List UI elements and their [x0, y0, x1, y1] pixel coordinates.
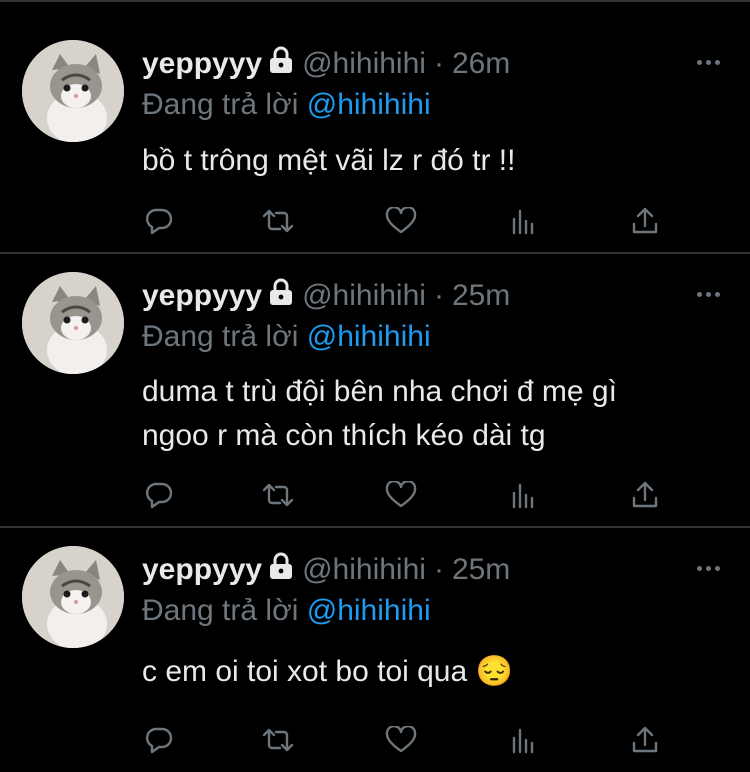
retweet-icon[interactable]: [261, 479, 295, 511]
display-name[interactable]: yeppyyy: [142, 279, 262, 313]
handle[interactable]: @hihihihi: [302, 47, 426, 81]
tweet-header: yeppyyy @hihihihi · 26m: [142, 44, 510, 84]
tweet-2[interactable]: yeppyyy @hihihihi · 25m Đang trả lời @hi…: [0, 254, 750, 526]
tweet-header: yeppyyy @hihihihi · 25m: [142, 550, 510, 590]
tweet-3[interactable]: yeppyyy @hihihihi · 25m Đang trả lời @hi…: [0, 528, 750, 772]
display-name[interactable]: yeppyyy: [142, 553, 262, 587]
tweet-text-line: c em oi toi xot bo toi qua 😔: [142, 655, 513, 688]
kitten-avatar-icon: [22, 272, 124, 374]
more-icon[interactable]: [697, 566, 720, 571]
tweet-text-line: bồ t trông mệt vãi lz r đó tr !!: [142, 144, 516, 177]
lock-icon: [268, 46, 294, 82]
kitten-avatar-icon: [22, 40, 124, 142]
handle[interactable]: @hihihihi: [302, 553, 426, 587]
kitten-avatar-icon: [22, 546, 124, 648]
action-bar: [142, 205, 682, 237]
timestamp[interactable]: 26m: [452, 47, 510, 81]
tweet-text-line: duma t trù đội bên nha chơi đ mẹ gì: [142, 375, 617, 408]
avatar[interactable]: [22, 272, 124, 374]
tweet-text-line: ngoo r mà còn thích kéo dài tg: [142, 419, 546, 452]
share-icon[interactable]: [628, 479, 662, 511]
avatar[interactable]: [22, 40, 124, 142]
timestamp[interactable]: 25m: [452, 553, 510, 587]
action-bar: [142, 479, 682, 511]
more-icon[interactable]: [697, 292, 720, 297]
reply-icon[interactable]: [142, 205, 176, 237]
analytics-icon[interactable]: [507, 479, 541, 511]
reply-mention[interactable]: @hihihihi: [307, 594, 431, 627]
analytics-icon[interactable]: [507, 205, 541, 237]
retweet-icon[interactable]: [261, 205, 295, 237]
reply-mention[interactable]: @hihihihi: [307, 88, 431, 121]
reply-icon[interactable]: [142, 724, 176, 756]
reply-context: Đang trả lời @hihihihi: [142, 88, 431, 122]
tweet-text: duma t trù đội bên nha chơi đ mẹ gì ngoo…: [142, 370, 617, 458]
separator-dot: ·: [433, 553, 444, 586]
reply-icon[interactable]: [142, 479, 176, 511]
action-bar: [142, 724, 682, 756]
analytics-icon[interactable]: [507, 724, 541, 756]
separator-dot: ·: [433, 279, 444, 312]
more-icon[interactable]: [697, 60, 720, 65]
heart-icon[interactable]: [384, 479, 418, 511]
heart-icon[interactable]: [384, 724, 418, 756]
retweet-icon[interactable]: [261, 724, 295, 756]
tweet-1[interactable]: yeppyyy @hihihihi · 26m Đang trả lời @hi…: [0, 0, 750, 252]
reply-context: Đang trả lời @hihihihi: [142, 320, 431, 354]
display-name[interactable]: yeppyyy: [142, 47, 262, 81]
lock-icon: [268, 552, 294, 588]
share-icon[interactable]: [628, 205, 662, 237]
reply-mention[interactable]: @hihihihi: [307, 320, 431, 353]
handle[interactable]: @hihihihi: [302, 279, 426, 313]
tweet-text: c em oi toi xot bo toi qua 😔: [142, 650, 513, 694]
share-icon[interactable]: [628, 724, 662, 756]
heart-icon[interactable]: [384, 205, 418, 237]
tweet-text: bồ t trông mệt vãi lz r đó tr !!: [142, 139, 515, 183]
timestamp[interactable]: 25m: [452, 279, 510, 313]
lock-icon: [268, 278, 294, 314]
tweet-header: yeppyyy @hihihihi · 25m: [142, 276, 510, 316]
reply-context: Đang trả lời @hihihihi: [142, 594, 431, 628]
reply-prefix: Đang trả lời: [142, 594, 299, 627]
avatar[interactable]: [22, 546, 124, 648]
reply-prefix: Đang trả lời: [142, 320, 299, 353]
separator-dot: ·: [433, 47, 444, 80]
reply-prefix: Đang trả lời: [142, 88, 299, 121]
